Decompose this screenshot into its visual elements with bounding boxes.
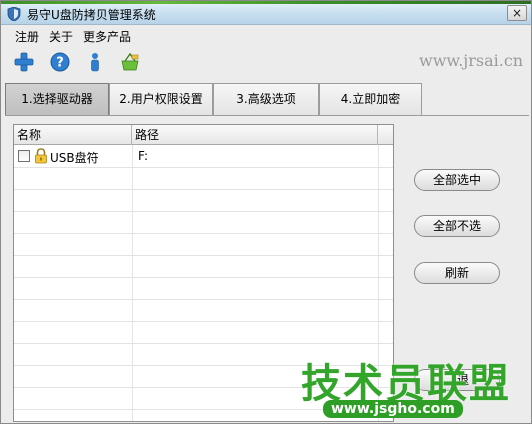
- app-shield-icon: [7, 7, 21, 21]
- row-divider: [14, 321, 393, 322]
- lock-icon: [35, 148, 47, 164]
- row-divider: [14, 211, 393, 212]
- site-watermark: www.jrsai.cn: [419, 51, 524, 70]
- tab-label: 1.选择驱动器: [21, 92, 93, 106]
- overlay-watermark-url: www.jsgho.com: [323, 400, 463, 418]
- column-header-path[interactable]: 路径: [132, 125, 378, 145]
- info-icon[interactable]: [84, 51, 106, 73]
- close-icon: ×: [511, 6, 523, 20]
- table-row[interactable]: USB盘符 F:: [14, 145, 393, 167]
- list-header: 名称 路径: [14, 125, 393, 145]
- menu-bar: 注册 关于 更多产品: [1, 25, 531, 45]
- close-button[interactable]: ×: [507, 5, 527, 21]
- menu-item-about[interactable]: 关于: [49, 28, 73, 45]
- app-window: 易守U盘防拷贝管理系统 × 注册 关于 更多产品 ? www.jrsai.cn: [0, 0, 532, 424]
- select-none-button[interactable]: 全部不选: [414, 215, 500, 237]
- refresh-button[interactable]: 刷新: [414, 262, 500, 284]
- column-header-name[interactable]: 名称: [14, 125, 132, 145]
- tab-advanced-options[interactable]: 3.高级选项: [213, 83, 319, 115]
- tab-select-drive[interactable]: 1.选择驱动器: [5, 83, 109, 115]
- tab-label: 3.高级选项: [236, 92, 296, 106]
- basket-icon[interactable]: [119, 51, 141, 73]
- row-divider: [14, 299, 393, 300]
- svg-text:?: ?: [56, 56, 64, 71]
- row-checkbox[interactable]: [18, 150, 30, 162]
- tab-strip: 1.选择驱动器 2.用户权限设置 3.高级选项 4.立即加密: [5, 83, 525, 115]
- tab-label: 4.立即加密: [340, 92, 401, 106]
- drive-path: F:: [138, 149, 149, 163]
- tab-user-permissions[interactable]: 2.用户权限设置: [109, 83, 213, 115]
- row-divider: [14, 167, 393, 168]
- row-divider: [14, 233, 393, 234]
- row-divider: [14, 343, 393, 344]
- title-bar[interactable]: 易守U盘防拷贝管理系统 ×: [1, 1, 531, 25]
- row-divider: [14, 189, 393, 190]
- menu-item-register[interactable]: 注册: [15, 28, 39, 45]
- help-icon[interactable]: ?: [49, 51, 71, 73]
- drive-name: USB盘符: [50, 151, 99, 165]
- select-all-button[interactable]: 全部选中: [414, 169, 500, 191]
- tab-label: 2.用户权限设置: [119, 92, 203, 106]
- plus-icon[interactable]: [13, 51, 35, 73]
- tab-encrypt-now[interactable]: 4.立即加密: [319, 83, 422, 115]
- window-title: 易守U盘防拷贝管理系统: [27, 8, 156, 22]
- row-divider: [14, 277, 393, 278]
- menu-item-more-products[interactable]: 更多产品: [83, 28, 131, 45]
- row-divider: [14, 255, 393, 256]
- column-divider: [132, 145, 133, 421]
- title-accent-strip: [1, 1, 531, 4]
